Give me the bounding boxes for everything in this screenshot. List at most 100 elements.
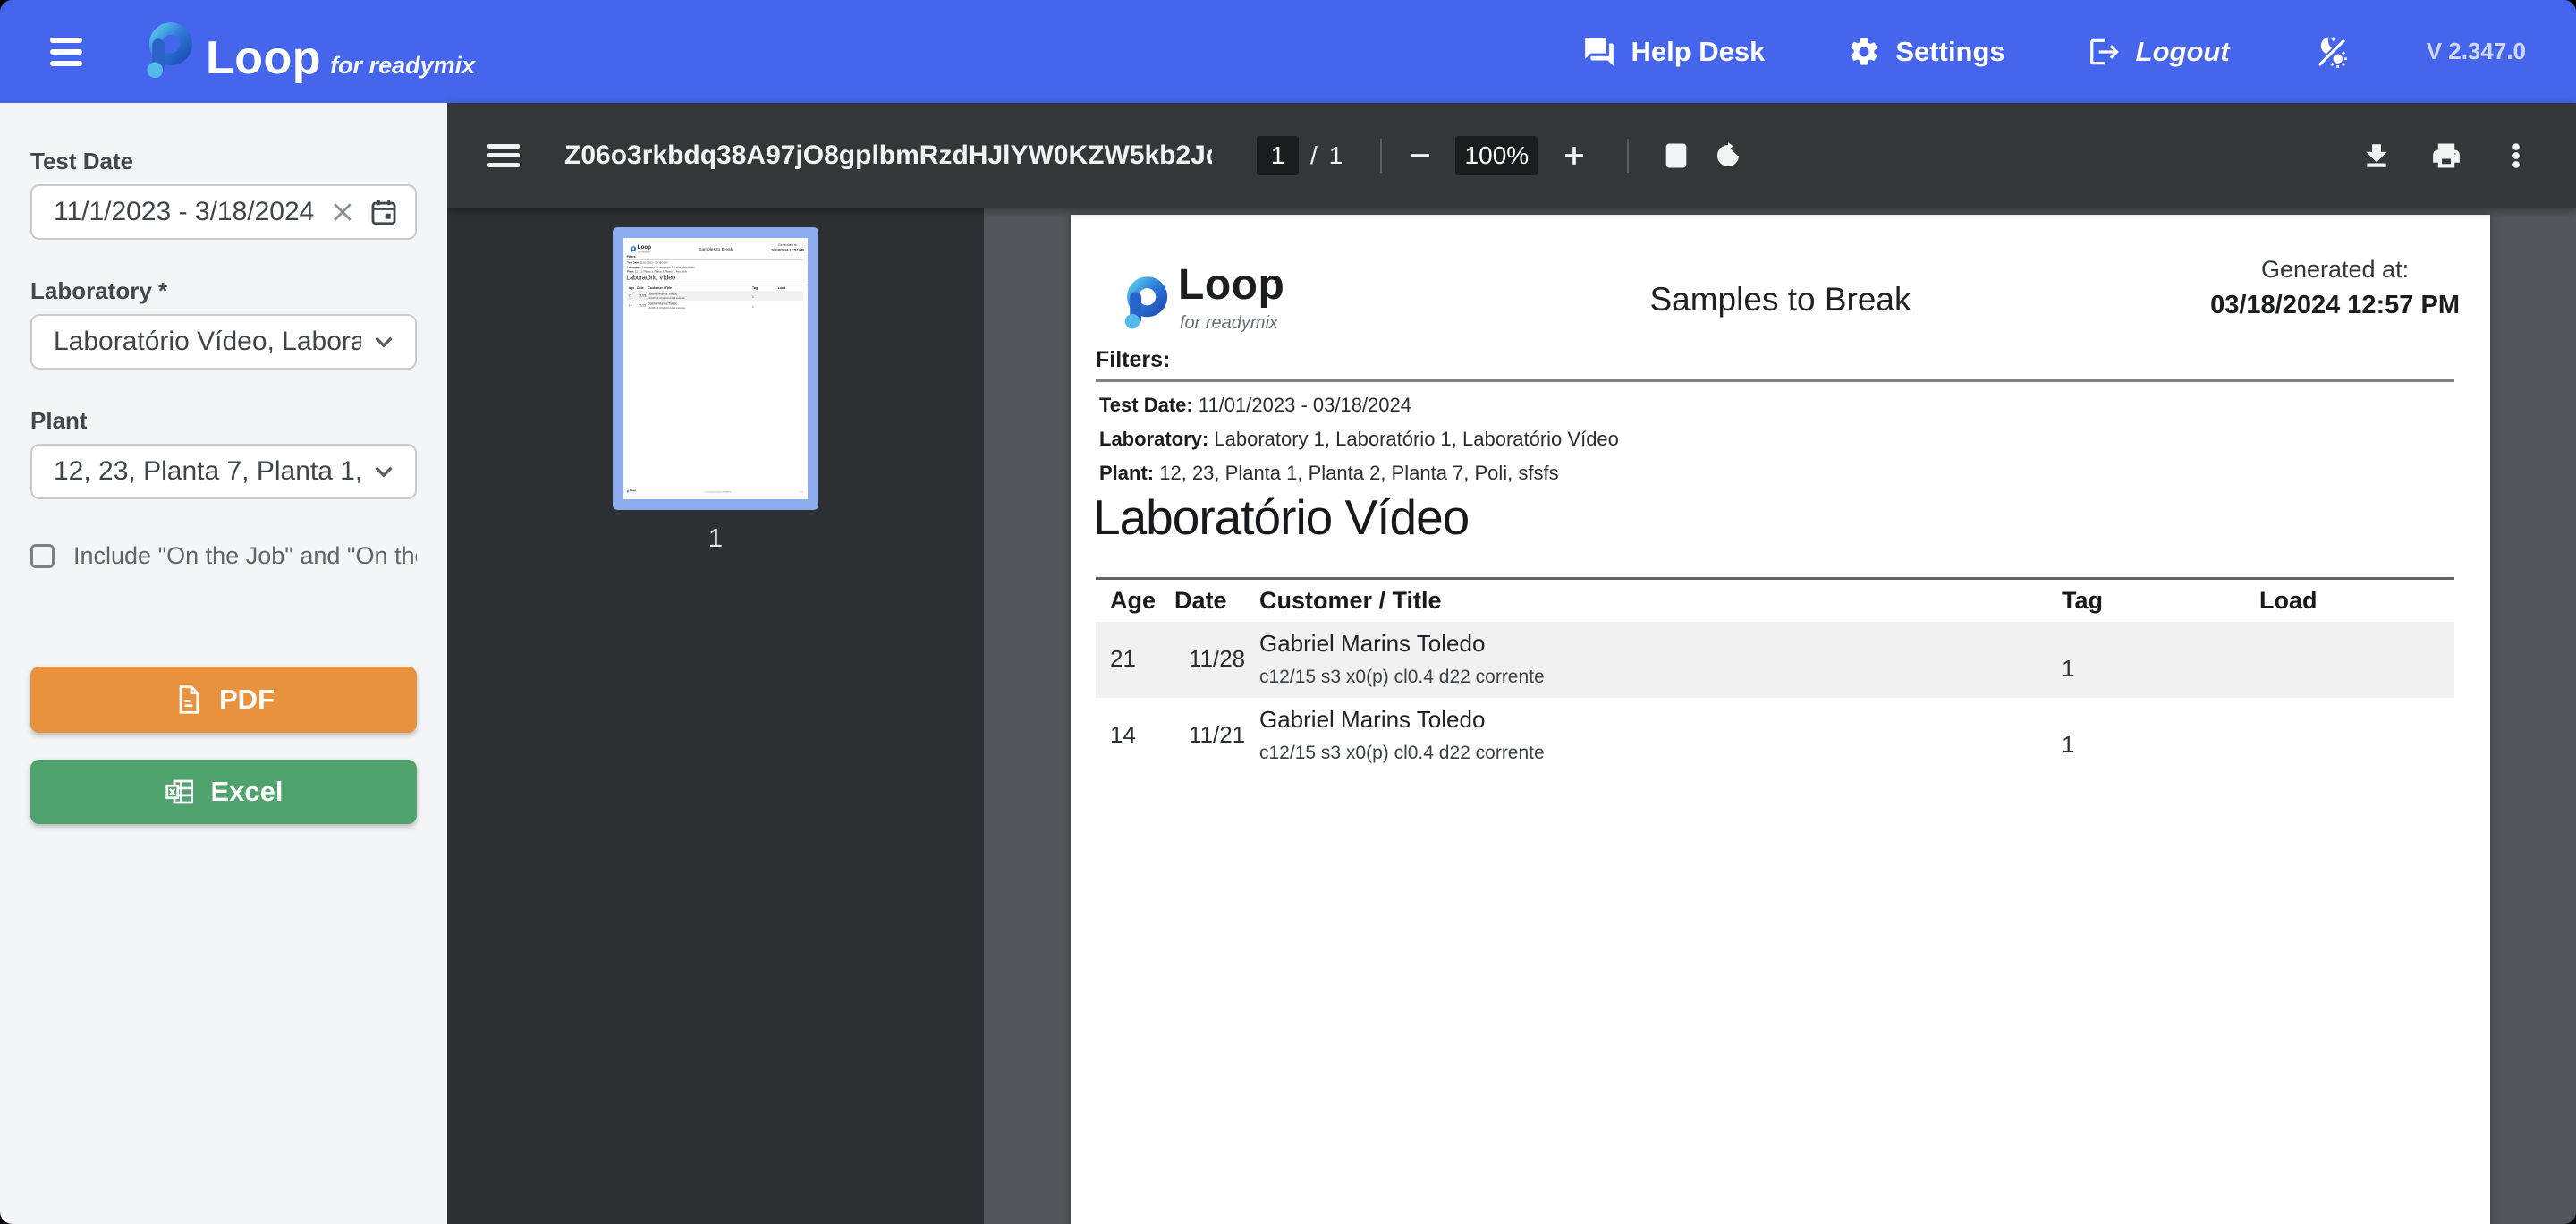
filter-row-laboratory: Laboratory: Laboratory 1, Laboratório 1,… <box>1096 428 2454 451</box>
cell-load <box>778 292 803 299</box>
chevron-down-icon <box>369 327 399 357</box>
app-logo: Loopfor readymix <box>141 22 475 81</box>
generated-at-value: 03/18/2024 12:57 PM <box>772 248 804 251</box>
app-window: Loopfor readymix Help Desk Settings Logo… <box>0 0 2576 1224</box>
pdf-export-button[interactable]: PDF <box>30 667 417 733</box>
pdf-page: Loop for readymix Samples to Break Gener… <box>623 238 808 499</box>
laboratory-value: Laboratório Vídeo, Laborator <box>54 327 361 357</box>
col-load: Load <box>778 286 803 290</box>
include-checkbox[interactable] <box>30 544 55 568</box>
page-number-input[interactable]: 1 <box>1257 136 1299 175</box>
clear-date-icon[interactable] <box>329 199 356 225</box>
col-date: Date <box>637 286 648 290</box>
zoom-in-button[interactable] <box>1559 140 1589 171</box>
theme-toggle-icon <box>2312 33 2350 71</box>
page-separator: / <box>1310 141 1318 170</box>
pdf-content-area[interactable]: Loop for readymix Samples to Break Gener… <box>984 208 2576 1224</box>
cell-age: 14 <box>627 302 637 309</box>
loop-logo-icon <box>141 22 193 81</box>
generated-at: Generated at: 03/18/2024 12:57 PM <box>2210 256 2460 320</box>
plant-select[interactable]: 12, 23, Planta 7, Planta 1, Pla <box>30 444 417 499</box>
footer-logo: Loopfor readymix <box>627 489 636 493</box>
pdf-filename: Z06o3rkbdq38A97jO8gplbmRzdHJlYW0KZW5kb2J… <box>564 140 1212 171</box>
logout-button[interactable]: Logout <box>2088 35 2230 69</box>
table-row: 14 11/21 Gabriel Marins Toledo c12/15 s3… <box>1096 698 2454 774</box>
help-desk-label: Help Desk <box>1631 36 1765 68</box>
filter-row-plant: Plant: 12, 23, Planta 1, Planta 2, Plant… <box>627 270 803 273</box>
settings-label: Settings <box>1895 36 2004 68</box>
cell-tag: 1 <box>2062 630 2259 688</box>
app-version: V 2.347.0 <box>2427 38 2526 65</box>
toolbar-divider <box>1627 139 1629 173</box>
settings-button[interactable]: Settings <box>1847 35 2004 69</box>
include-checkbox-label: Include "On the Job" and "On the Route" <box>73 542 417 570</box>
col-tag: Tag <box>752 286 778 290</box>
print-button[interactable] <box>2431 140 2462 171</box>
viewer-menu-icon[interactable] <box>487 144 520 167</box>
test-date-input[interactable]: 11/1/2023 - 3/18/2024 <box>30 184 417 240</box>
calendar-icon[interactable] <box>356 197 399 227</box>
cell-customer-title: Gabriel Marins Toledo c12/15 s3 x0(p) cl… <box>1259 630 2062 688</box>
cell-tag: 1 <box>752 292 778 299</box>
thumbnail-panel: Loop for readymix Samples to Break Gener… <box>447 208 984 1224</box>
filter-row-laboratory: Laboratory: Laboratory 1, Laboratório 1,… <box>627 266 803 268</box>
cell-date: 11/21 <box>1174 706 1259 764</box>
laboratory-select[interactable]: Laboratório Vídeo, Laborator <box>30 314 417 370</box>
table-header-row: Age Date Customer / Title Tag Load <box>1096 577 2454 622</box>
samples-table: Age Date Customer / Title Tag Load 21 11… <box>627 285 803 311</box>
fit-to-page-button[interactable] <box>1661 140 1691 171</box>
cell-date: 11/21 <box>637 302 648 309</box>
table-row: 14 11/21 Gabriel Marins Toledo c12/15 s3… <box>627 301 803 310</box>
chevron-down-icon <box>369 456 399 487</box>
app-logo-tagline: for readymix <box>330 52 475 79</box>
filter-row-test-date: Test Date: 11/01/2023 - 03/18/2024 <box>627 261 803 264</box>
more-options-kebab-icon[interactable] <box>2501 140 2531 171</box>
divider <box>1096 379 2454 382</box>
generated-at: Generated at: 03/18/2024 12:57 PM <box>772 243 804 251</box>
page-total: 1 <box>1329 141 1343 170</box>
zoom-out-button[interactable] <box>1405 140 1436 171</box>
pdf-file-icon <box>173 684 205 716</box>
cell-load <box>2259 706 2454 764</box>
cell-customer-title: Gabriel Marins Toledo c12/15 s3 x0(p) cl… <box>1259 706 2062 764</box>
test-date-label: Test Date <box>30 148 417 175</box>
col-customer-title: Customer / Title <box>648 286 752 290</box>
pdf-viewer: Z06o3rkbdq38A97jO8gplbmRzdHJlYW0KZW5kb2J… <box>447 103 2576 1224</box>
filter-row-test-date: Test Date: 11/01/2023 - 03/18/2024 <box>1096 394 2454 417</box>
menu-icon[interactable] <box>43 36 89 68</box>
excel-export-button[interactable]: Excel <box>30 760 417 824</box>
table-row: 21 11/28 Gabriel Marins Toledo c12/15 s3… <box>1096 622 2454 698</box>
cell-date: 11/28 <box>1174 630 1259 688</box>
cell-age: 21 <box>1096 630 1174 688</box>
pdf-toolbar: Z06o3rkbdq38A97jO8gplbmRzdHJlYW0KZW5kb2J… <box>447 103 2576 208</box>
cell-date: 11/28 <box>637 292 648 299</box>
cell-load <box>2259 630 2454 688</box>
section-title: Laboratório Vídeo <box>1093 489 1469 546</box>
plant-value: 12, 23, Planta 7, Planta 1, Pla <box>54 456 361 487</box>
cell-tag: 1 <box>2062 706 2259 764</box>
help-desk-button[interactable]: Help Desk <box>1582 35 1765 69</box>
cell-age: 21 <box>627 292 637 299</box>
filters-heading: Filters: <box>627 255 637 259</box>
download-button[interactable] <box>2361 140 2392 171</box>
cell-age: 14 <box>1096 706 1174 764</box>
rotate-button[interactable] <box>1713 140 1743 171</box>
theme-toggle-button[interactable] <box>2312 33 2350 71</box>
col-age: Age <box>1096 587 1174 615</box>
filter-sidebar: Test Date 11/1/2023 - 3/18/2024 Laborato… <box>0 103 447 1224</box>
help-desk-chat-icon <box>1582 35 1616 69</box>
logout-label: Logout <box>2136 36 2230 68</box>
zoom-level[interactable]: 100% <box>1455 136 1538 175</box>
section-title: Laboratório Vídeo <box>626 274 675 281</box>
thumbnail-page-number: 1 <box>708 524 723 554</box>
page-thumbnail[interactable]: Loop for readymix Samples to Break Gener… <box>613 227 818 510</box>
filters-list: Test Date: 11/01/2023 - 03/18/2024 Labor… <box>1096 394 2454 496</box>
col-load: Load <box>2259 587 2454 615</box>
table-row: 21 11/28 Gabriel Marins Toledo c12/15 s3… <box>627 291 803 301</box>
excel-button-label: Excel <box>210 776 283 808</box>
include-on-job-route-row: Include "On the Job" and "On the Route" <box>30 542 417 570</box>
toolbar-divider <box>1380 139 1382 173</box>
plant-label: Plant <box>30 407 417 435</box>
cell-customer-title: Gabriel Marins Toledo c12/15 s3 x0(p) cl… <box>648 302 752 309</box>
filters-heading: Filters: <box>1096 347 1170 373</box>
